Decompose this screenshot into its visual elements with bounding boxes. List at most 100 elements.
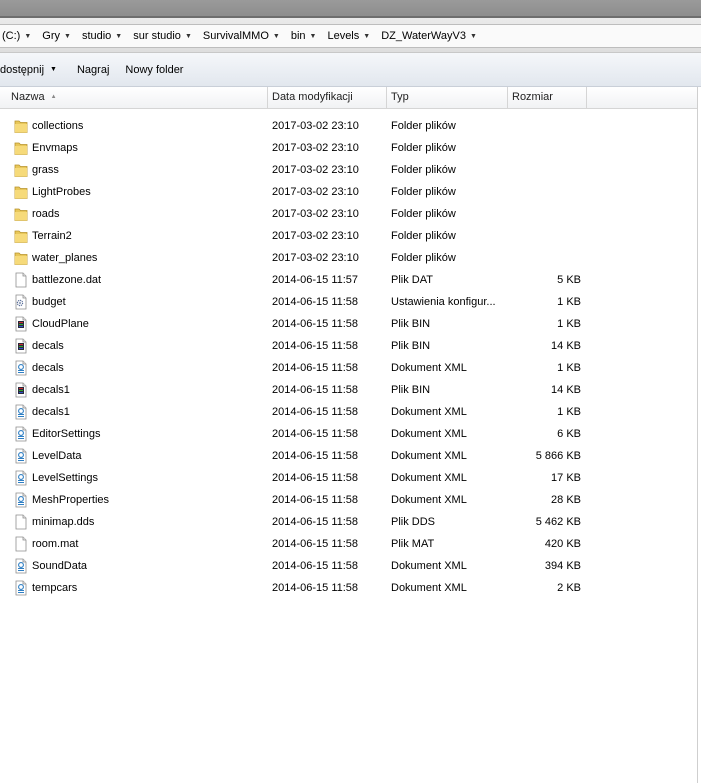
file-row[interactable]: SoundData 2014-06-15 11:58 Dokument XML 394… — [0, 555, 697, 577]
file-size: 28 KB — [551, 494, 581, 506]
column-header-type[interactable]: Typ — [387, 87, 508, 108]
file-date: 2014-06-15 11:58 — [272, 384, 359, 396]
file-size: 1 KB — [557, 318, 581, 330]
breadcrumb-item[interactable]: Levels ▼ — [325, 30, 379, 42]
file-row[interactable]: decals1 2014-06-15 11:58 Plik BIN 14 KB — [0, 379, 697, 401]
file-row[interactable]: decals 2014-06-15 11:58 Plik BIN 14 KB — [0, 335, 697, 357]
file-row[interactable]: budget 2014-06-15 11:58 Ustawienia konfigu… — [0, 291, 697, 313]
xml-file-icon — [14, 404, 28, 420]
chevron-down-icon[interactable]: ▼ — [363, 33, 370, 40]
chevron-down-icon: ▼ — [50, 66, 57, 73]
breadcrumb-item[interactable]: bin ▼ — [289, 30, 326, 42]
column-header-name[interactable]: Nazwa ▲ — [0, 87, 268, 108]
file-row[interactable]: minimap.dds 2014-06-15 11:58 Plik DDS 5 462… — [0, 511, 697, 533]
scrollbar-edge — [697, 87, 698, 783]
chevron-down-icon[interactable]: ▼ — [470, 33, 477, 40]
breadcrumb-item[interactable]: Gry ▼ — [40, 30, 80, 42]
file-date: 2014-06-15 11:58 — [272, 362, 359, 374]
file-type: Ustawienia konfigur... — [391, 296, 496, 308]
xml-file-icon — [14, 492, 28, 508]
bin-file-icon — [14, 382, 28, 398]
file-type: Plik DAT — [391, 274, 433, 286]
folder-icon — [14, 162, 28, 178]
file-size: 420 KB — [544, 538, 581, 550]
file-name: decals — [32, 362, 64, 374]
file-date: 2014-06-15 11:58 — [272, 516, 359, 528]
chevron-down-icon[interactable]: ▼ — [115, 33, 122, 40]
file-date: 2014-06-15 11:58 — [272, 538, 359, 550]
file-name: EditorSettings — [32, 428, 101, 440]
column-header-date[interactable]: Data modyfikacji — [268, 87, 387, 108]
file-name: water_planes — [32, 252, 98, 264]
folder-icon — [14, 250, 28, 266]
file-date: 2017-03-02 23:10 — [272, 252, 359, 264]
share-button[interactable]: dostępnij ▼ — [0, 59, 65, 81]
file-size: 1 KB — [557, 406, 581, 418]
file-row[interactable]: roads 2017-03-02 23:10 Folder plików — [0, 203, 697, 225]
file-date: 2014-06-15 11:58 — [272, 340, 359, 352]
burn-button-label: Nagraj — [76, 63, 110, 76]
breadcrumb-item[interactable]: sur studio ▼ — [131, 30, 201, 42]
file-row[interactable]: grass 2017-03-02 23:10 Folder plików — [0, 159, 697, 181]
file-icon — [14, 272, 28, 288]
column-header-size[interactable]: Rozmiar — [508, 87, 587, 108]
file-row[interactable]: LevelSettings 2014-06-15 11:58 Dokument XM… — [0, 467, 697, 489]
breadcrumb-item[interactable]: DZ_WaterWayV3 ▼ — [379, 30, 486, 42]
breadcrumb-item[interactable]: (C:) ▼ — [0, 30, 40, 42]
file-name: tempcars — [32, 582, 78, 594]
file-name: decals — [32, 340, 64, 352]
command-toolbar: dostępnij ▼ Nagraj Nowy folder — [0, 53, 701, 87]
file-row[interactable]: LevelData 2014-06-15 11:58 Dokument XML 5 8… — [0, 445, 697, 467]
file-row[interactable]: tempcars 2014-06-15 11:58 Dokument XML 2 KB — [0, 577, 697, 599]
file-size: 394 KB — [544, 560, 581, 572]
file-date: 2014-06-15 11:58 — [272, 318, 359, 330]
file-type: Plik BIN — [391, 384, 431, 396]
file-date: 2017-03-02 23:10 — [272, 120, 359, 132]
file-row[interactable]: LightProbes 2017-03-02 23:10 Folder plików — [0, 181, 697, 203]
file-row[interactable]: collections 2017-03-02 23:10 Folder plików — [0, 115, 697, 137]
file-row[interactable]: decals 2014-06-15 11:58 Dokument XML 1 KB — [0, 357, 697, 379]
new-folder-button[interactable]: Nowy folder — [117, 59, 191, 81]
breadcrumb-item[interactable]: studio ▼ — [80, 30, 131, 42]
file-type: Dokument XML — [391, 428, 467, 440]
file-size: 14 KB — [551, 384, 581, 396]
file-row[interactable]: room.mat 2014-06-15 11:58 Plik MAT 420 KB — [0, 533, 697, 555]
file-type: Dokument XML — [391, 472, 467, 484]
file-type: Folder plików — [391, 120, 456, 132]
file-row[interactable]: CloudPlane 2014-06-15 11:58 Plik BIN 1 KB — [0, 313, 697, 335]
column-name-label: Nazwa — [11, 91, 45, 103]
file-type: Folder plików — [391, 208, 456, 220]
file-row[interactable]: MeshProperties 2014-06-15 11:58 Dokument X… — [0, 489, 697, 511]
chevron-down-icon[interactable]: ▼ — [273, 33, 280, 40]
file-row[interactable]: decals1 2014-06-15 11:58 Dokument XML 1 KB — [0, 401, 697, 423]
bin-file-icon — [14, 316, 28, 332]
breadcrumb-label: Gry — [42, 30, 60, 42]
file-type: Folder plików — [391, 164, 456, 176]
chevron-down-icon[interactable]: ▼ — [185, 33, 192, 40]
bin-file-icon — [14, 338, 28, 354]
file-type: Dokument XML — [391, 406, 467, 418]
chevron-down-icon[interactable]: ▼ — [24, 33, 31, 40]
file-name: LevelSettings — [32, 472, 99, 484]
file-row[interactable]: Envmaps 2017-03-02 23:10 Folder plików — [0, 137, 697, 159]
xml-file-icon — [14, 580, 28, 596]
file-row[interactable]: water_planes 2017-03-02 23:10 Folder plikó… — [0, 247, 697, 269]
chevron-down-icon[interactable]: ▼ — [64, 33, 71, 40]
file-date: 2014-06-15 11:58 — [272, 450, 359, 462]
file-date: 2014-06-15 11:58 — [272, 472, 359, 484]
file-row[interactable]: Terrain2 2017-03-02 23:10 Folder plików — [0, 225, 697, 247]
file-name: Envmaps — [32, 142, 78, 154]
file-date: 2014-06-15 11:58 — [272, 582, 359, 594]
file-date: 2014-06-15 11:58 — [272, 428, 359, 440]
file-name: LevelData — [32, 450, 82, 462]
breadcrumb-label: (C:) — [2, 30, 21, 42]
file-row[interactable]: battlezone.dat 2014-06-15 11:57 Plik DAT 5 … — [0, 269, 697, 291]
breadcrumb[interactable]: (C:) ▼ Gry ▼ studio ▼ sur studio ▼ SurvivalMMO ▼ b… — [0, 24, 701, 48]
file-row[interactable]: EditorSettings 2014-06-15 11:58 Dokument X… — [0, 423, 697, 445]
chevron-down-icon[interactable]: ▼ — [310, 33, 317, 40]
burn-button[interactable]: Nagraj — [69, 59, 117, 81]
file-name: CloudPlane — [32, 318, 89, 330]
breadcrumb-item[interactable]: SurvivalMMO ▼ — [201, 30, 289, 42]
breadcrumb-label: studio — [81, 30, 112, 42]
file-name: LightProbes — [32, 186, 91, 198]
